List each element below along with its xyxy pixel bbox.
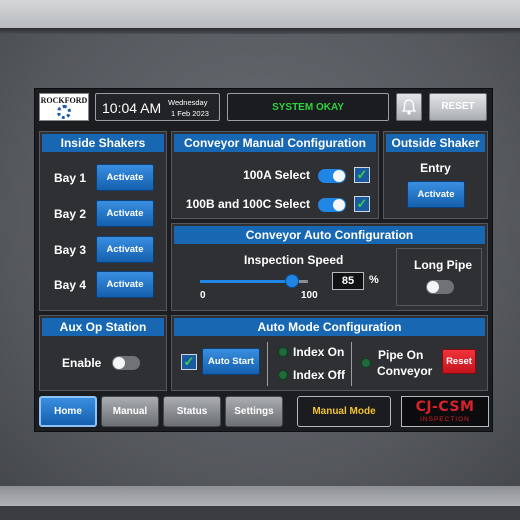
bay-2-activate-button[interactable]: Activate: [96, 200, 154, 227]
inspection-speed-label: Inspection Speed: [244, 253, 344, 267]
conveyor-manual-title: Conveyor Manual Configuration: [174, 134, 376, 152]
bay-3-label: Bay 3: [54, 243, 87, 257]
system-status-text: SYSTEM OKAY: [272, 102, 344, 113]
auto-mode-divider-right: [351, 342, 352, 386]
long-pipe-label: Long Pipe: [414, 258, 472, 272]
pipe-on-label: Pipe On: [378, 348, 424, 362]
bay-2-label: Bay 2: [54, 207, 87, 221]
conveyor-auto-panel: Conveyor Auto Configuration Inspection S…: [171, 223, 488, 311]
100b-100c-select-toggle[interactable]: [318, 198, 346, 212]
slider-thumb[interactable]: [284, 274, 299, 288]
auto-start-button[interactable]: Auto Start: [202, 348, 260, 375]
100a-select-checkbox[interactable]: ✓: [354, 167, 370, 183]
bay-4-activate-button[interactable]: Activate: [96, 271, 154, 298]
inspection-speed-slider-track[interactable]: [200, 274, 308, 288]
auto-mode-reset-button[interactable]: Reset: [442, 349, 476, 374]
inspection-speed-unit: %: [369, 274, 379, 286]
100b-100c-select-checkbox[interactable]: ✓: [354, 196, 370, 212]
logo-text: ROCKFORD: [40, 96, 88, 105]
header-reset-button[interactable]: RESET: [429, 93, 487, 121]
bay-1-label: Bay 1: [54, 171, 87, 185]
clock-weekday: Wednesday: [168, 98, 208, 107]
clock-time: 10:04 AM: [102, 100, 162, 116]
auto-mode-divider-left: [267, 342, 268, 386]
outside-shaker-title: Outside Shaker: [386, 134, 485, 152]
index-off-label: Index Off: [293, 368, 346, 382]
toggle-knob: [113, 357, 125, 369]
manual-mode-indicator: Manual Mode: [297, 396, 391, 427]
slider-fill: [200, 280, 292, 283]
outside-shaker-panel: Outside Shaker Entry Activate: [383, 131, 488, 219]
hmi-screen: ROCKFORD 10:04 AM Wednesday 1 Feb 2023 S…: [34, 88, 493, 432]
outside-shaker-activate-button[interactable]: Activate: [407, 181, 465, 208]
index-off-indicator: [278, 370, 288, 380]
alarm-bell-button[interactable]: [396, 93, 422, 121]
nav-settings-button[interactable]: Settings: [225, 396, 283, 427]
inside-shakers-title: Inside Shakers: [42, 134, 164, 152]
index-on-label: Index On: [293, 345, 345, 359]
conveyor-manual-panel: Conveyor Manual Configuration 100A Selec…: [171, 131, 379, 219]
auto-mode-title: Auto Mode Configuration: [174, 318, 485, 336]
monitor-base: [0, 506, 520, 520]
toggle-knob: [427, 281, 439, 293]
aux-op-station-title: Aux Op Station: [42, 318, 164, 336]
bay-1-activate-button[interactable]: Activate: [96, 164, 154, 191]
bay-3-activate-button[interactable]: Activate: [96, 236, 154, 263]
cj-csm-brand-logo: CJ-CSM INSPECTION: [401, 396, 489, 427]
100b-100c-select-label: 100B and 100C Select: [185, 197, 310, 211]
aux-op-station-panel: Aux Op Station Enable: [39, 315, 167, 391]
nav-home-button[interactable]: Home: [39, 396, 97, 427]
nav-status-button[interactable]: Status: [163, 396, 221, 427]
aux-op-enable-toggle[interactable]: [112, 356, 140, 370]
inspection-speed-input[interactable]: 85: [332, 272, 364, 290]
toggle-knob: [333, 199, 345, 211]
auto-mode-checkbox[interactable]: ✓: [181, 354, 197, 370]
conveyor-label: Conveyor: [377, 364, 433, 378]
monitor-top-bezel: [0, 0, 520, 28]
auto-mode-panel: Auto Mode Configuration ✓ Auto Start Ind…: [171, 315, 488, 391]
100a-select-label: 100A Select: [243, 168, 310, 182]
inside-shakers-panel: Inside Shakers Bay 1 Activate Bay 2 Acti…: [39, 131, 167, 311]
index-on-indicator: [278, 347, 288, 357]
slider-min-label: 0: [200, 290, 206, 301]
long-pipe-subpanel: [396, 248, 482, 306]
pipe-on-conveyor-indicator: [361, 358, 371, 368]
bell-icon: [401, 99, 417, 115]
nav-manual-button[interactable]: Manual: [101, 396, 159, 427]
brand-name: CJ-CSM: [415, 399, 475, 415]
aux-op-enable-label: Enable: [62, 356, 102, 370]
outside-shaker-entry-label: Entry: [420, 161, 451, 175]
gear-logo-icon: [57, 105, 71, 119]
brand-subtitle: INSPECTION: [420, 416, 470, 423]
slider-max-label: 100: [301, 290, 318, 301]
100a-select-toggle[interactable]: [318, 169, 346, 183]
system-status-banner: SYSTEM OKAY: [227, 93, 389, 121]
clock-display: 10:04 AM Wednesday 1 Feb 2023: [95, 93, 220, 121]
long-pipe-toggle[interactable]: [426, 280, 454, 294]
company-logo: ROCKFORD: [39, 93, 89, 121]
conveyor-auto-title: Conveyor Auto Configuration: [174, 226, 485, 244]
bay-4-label: Bay 4: [54, 278, 87, 292]
clock-date: 1 Feb 2023: [171, 109, 209, 118]
toggle-knob: [333, 170, 345, 182]
monitor-bottom-bezel: [0, 486, 520, 520]
